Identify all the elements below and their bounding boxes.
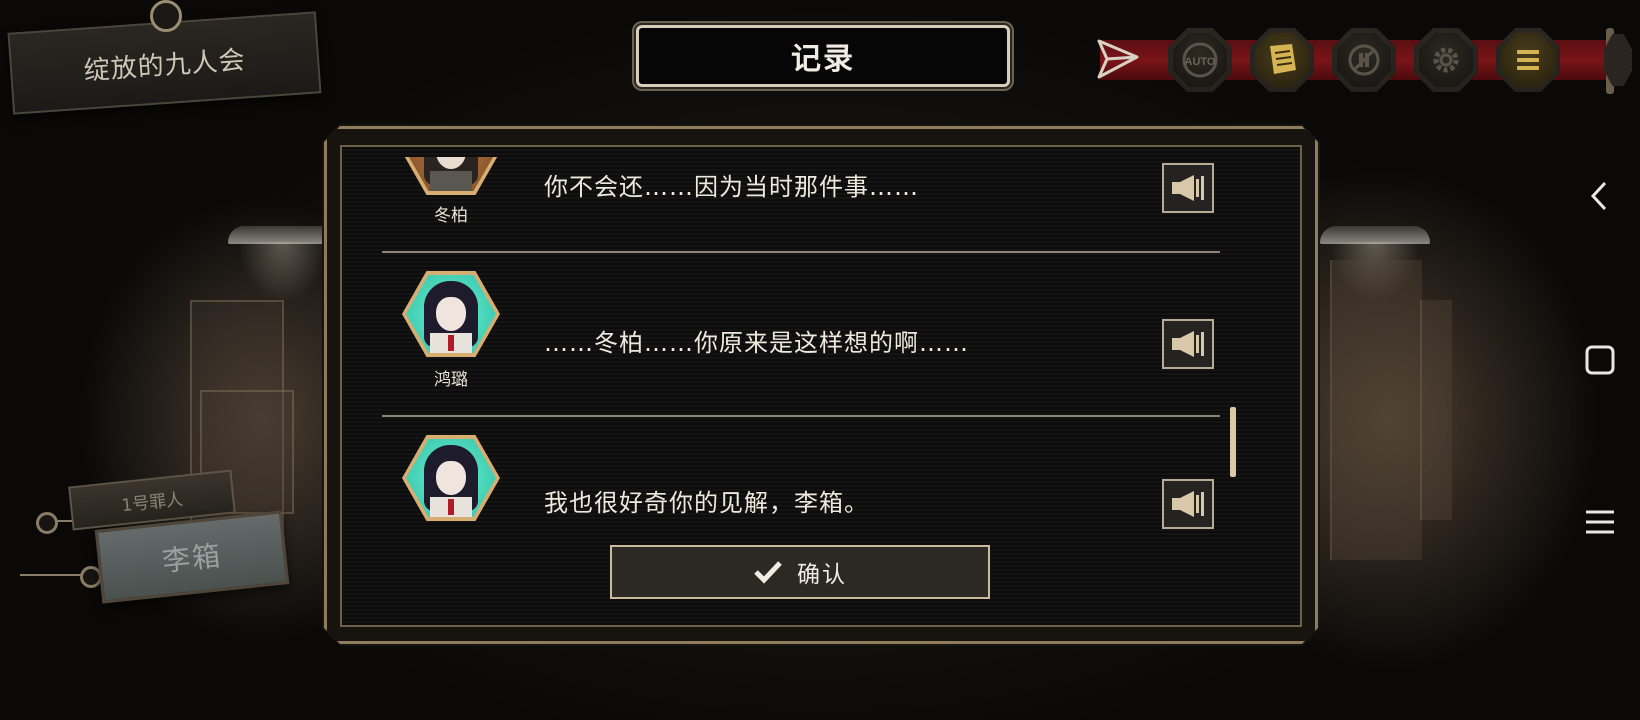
- confirm-button[interactable]: 确认: [610, 545, 990, 599]
- speaker-icon: [1172, 175, 1204, 201]
- voice-replay-button[interactable]: [1162, 479, 1214, 529]
- paper-plane-icon: [1097, 39, 1139, 79]
- entry-divider: [382, 415, 1220, 417]
- record-log-list[interactable]: 冬柏 你不会还……因为当时那件事…… 鸿璐 ……冬柏……你原来是这样想的啊……: [342, 157, 1300, 529]
- gear-icon: [1433, 47, 1459, 73]
- svg-text:AUTO: AUTO: [1185, 56, 1216, 68]
- confirm-label: 确认: [797, 562, 847, 588]
- voice-replay-button[interactable]: [1162, 163, 1214, 213]
- speaker-name: 冬柏: [434, 206, 468, 226]
- checkmark-icon: [754, 561, 782, 584]
- skip-disabled-icon: [1348, 44, 1380, 76]
- dialogue-text: 我也很好奇你的见解，李箱。: [544, 489, 869, 517]
- tag-hinge-icon: [36, 512, 58, 534]
- speaker-portrait: [402, 271, 500, 357]
- record-title-bar: 记录: [636, 25, 1010, 87]
- log-scrollbar[interactable]: [1230, 407, 1236, 477]
- system-recents-button[interactable]: [1580, 502, 1620, 542]
- speaker-icon: [1172, 491, 1204, 517]
- dialogue-text: ……冬柏……你原来是这样想的啊……: [544, 329, 969, 357]
- speaker-portrait: [402, 435, 500, 521]
- chapter-title: 绽放的九人会: [82, 44, 247, 87]
- home-icon: [1585, 345, 1615, 375]
- log-entry: 冬柏 你不会还……因为当时那件事……: [342, 157, 1300, 255]
- ceiling-lamp-right: [1320, 226, 1430, 302]
- send-button[interactable]: [1090, 32, 1146, 88]
- dialogue-text: 你不会还……因为当时那件事……: [544, 173, 919, 201]
- speaker-icon: [1172, 331, 1204, 357]
- bg-wall-right-2: [1420, 300, 1452, 520]
- recents-icon: [1586, 510, 1614, 534]
- character-name: 李箱: [160, 538, 224, 579]
- plaque-hook-icon: [150, 0, 182, 32]
- voice-replay-button[interactable]: [1162, 319, 1214, 369]
- log-entry: 我也很好奇你的见解，李箱。: [342, 419, 1300, 529]
- record-dialog-panel: 冬柏 你不会还……因为当时那件事…… 鸿璐 ……冬柏……你原来是这样想的啊……: [340, 145, 1302, 627]
- character-number-label: 1号罪人: [120, 489, 185, 516]
- system-home-button[interactable]: [1580, 340, 1620, 380]
- menu-icon: [1517, 50, 1539, 70]
- speaker-portrait: [402, 157, 500, 195]
- document-icon: [1270, 44, 1296, 74]
- back-icon: [1590, 181, 1607, 211]
- system-back-button[interactable]: [1580, 176, 1620, 216]
- record-title: 记录: [791, 42, 855, 77]
- log-entry: 鸿璐 ……冬柏……你原来是这样想的啊……: [342, 255, 1300, 419]
- auto-icon: AUTO: [1182, 42, 1218, 78]
- entry-divider: [382, 251, 1220, 253]
- bg-wall-right: [1330, 260, 1422, 560]
- ceiling-lamp-left: [228, 226, 338, 302]
- speaker-name: 鸿璐: [434, 370, 468, 390]
